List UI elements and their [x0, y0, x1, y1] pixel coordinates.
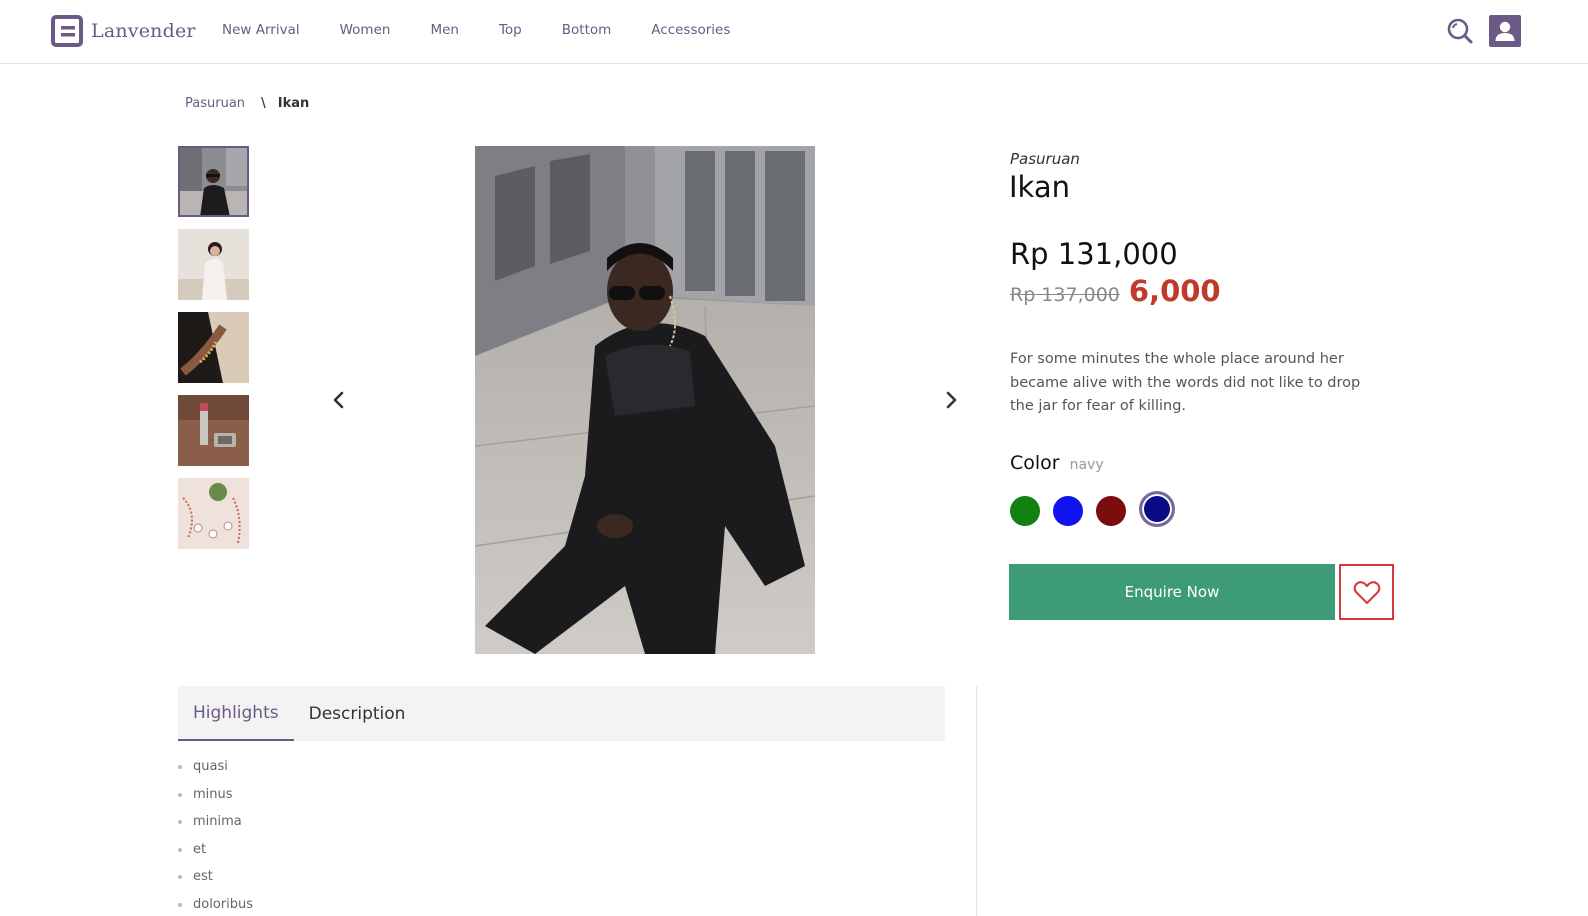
swatch-navy[interactable] [1139, 491, 1175, 527]
product-description: For some minutes the whole place around … [1010, 351, 1361, 414]
color-label-row: Color navy [1010, 452, 1104, 474]
nav-men[interactable]: Men [430, 22, 459, 38]
logo-mark-icon [51, 15, 83, 47]
breadcrumb: Pasuruan \ Ikan [185, 96, 309, 111]
breadcrumb-separator: \ [261, 96, 266, 111]
header: Lanvender New Arrival Women Men Top Bott… [0, 0, 1588, 64]
chevron-right-icon [946, 391, 957, 409]
next-image-button[interactable] [938, 387, 964, 413]
list-item: est [178, 867, 253, 895]
nav-new-arrival[interactable]: New Arrival [222, 22, 300, 38]
tab-highlights[interactable]: Highlights [178, 686, 294, 741]
search-icon [1447, 18, 1473, 44]
thumbnail-photo-jewelry [178, 478, 249, 549]
nav-bottom[interactable]: Bottom [562, 22, 612, 38]
main-nav: New Arrival Women Men Top Bottom Accesso… [222, 22, 770, 38]
nav-women[interactable]: Women [340, 22, 391, 38]
original-price: Rp 137,000 [1010, 284, 1120, 306]
product-title: Ikan [1009, 170, 1070, 204]
current-price: Rp 131,000 [1010, 237, 1178, 271]
thumbnail-3[interactable] [178, 312, 249, 383]
selected-color-name: navy [1069, 457, 1104, 473]
list-item: doloribus [178, 895, 253, 916]
list-item: et [178, 840, 253, 868]
enquire-now-button[interactable]: Enquire Now [1009, 564, 1335, 620]
thumbnail-photo-woman [178, 229, 249, 300]
color-swatches [1010, 491, 1188, 527]
highlights-list: quasi minus minima et est doloribus [178, 757, 253, 916]
list-item: minima [178, 812, 253, 840]
thumbnail-list [178, 146, 249, 561]
store-name[interactable]: Pasuruan [1010, 150, 1080, 168]
user-account-button[interactable] [1489, 15, 1521, 47]
thumbnail-photo-man [178, 146, 249, 217]
thumbnail-photo-cosmetics [178, 395, 249, 466]
thumbnail-photo-bracelet [178, 312, 249, 383]
wishlist-button[interactable] [1339, 564, 1394, 620]
main-photo-man-seated [475, 146, 815, 654]
search-button[interactable] [1446, 17, 1474, 45]
swatch-blue[interactable] [1053, 495, 1083, 526]
swatch-red[interactable] [1096, 495, 1126, 526]
color-label: Color [1010, 452, 1060, 474]
user-icon [1495, 21, 1515, 41]
price-discount-row: Rp 137,000 6,000 [1010, 274, 1221, 308]
thumbnail-1[interactable] [178, 146, 249, 217]
list-item: minus [178, 785, 253, 813]
discount-amount: 6,000 [1128, 274, 1221, 308]
previous-image-button[interactable] [326, 387, 352, 413]
breadcrumb-current: Ikan [277, 96, 310, 111]
chevron-left-icon [333, 391, 344, 409]
thumbnail-5[interactable] [178, 478, 249, 549]
thumbnail-4[interactable] [178, 395, 249, 466]
brand-logo[interactable]: Lanvender [51, 15, 196, 47]
breadcrumb-parent[interactable]: Pasuruan [185, 96, 245, 111]
brand-name: Lanvender [91, 20, 196, 42]
nav-accessories[interactable]: Accessories [651, 22, 730, 38]
list-item: quasi [178, 757, 253, 785]
tab-description[interactable]: Description [294, 686, 421, 741]
nav-top[interactable]: Top [499, 22, 522, 38]
section-divider [976, 686, 977, 916]
swatch-green[interactable] [1010, 495, 1040, 526]
thumbnail-2[interactable] [178, 229, 249, 300]
product-tabs: Highlights Description [178, 686, 945, 741]
main-product-image [475, 146, 815, 654]
heart-icon [1353, 581, 1380, 604]
